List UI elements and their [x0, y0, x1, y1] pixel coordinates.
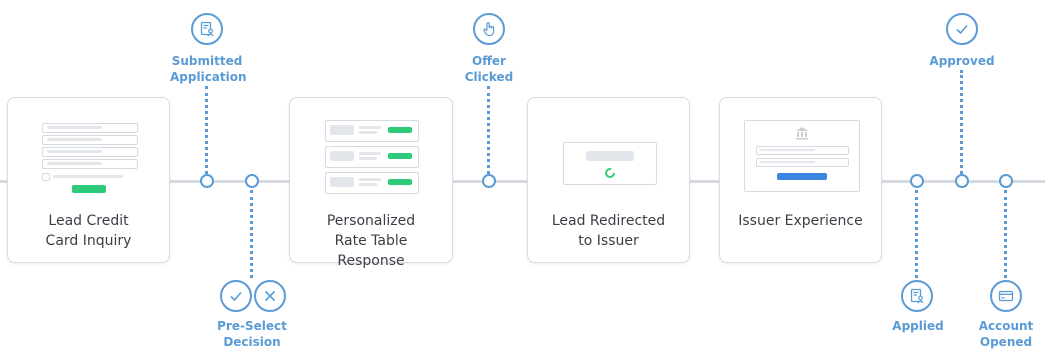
timeline-node: [482, 174, 496, 188]
milestone-label-applied: Applied: [892, 319, 944, 333]
connector-dots: [487, 86, 490, 174]
stage-title: Lead Credit Card Inquiry: [45, 213, 132, 249]
stage-card-redirect: Lead Redirected to Issuer: [527, 97, 690, 263]
connector-dots: [250, 190, 253, 278]
timeline-node: [245, 174, 259, 188]
submitted-application-icon: [191, 13, 223, 45]
rate-table-illustration: [325, 120, 419, 198]
timeline-node: [999, 174, 1013, 188]
submit-button-illustration: [72, 185, 106, 193]
pre-select-accept-icon: [220, 280, 252, 312]
stage-title: Lead Redirected to Issuer: [551, 213, 666, 249]
approved-icon: [946, 13, 978, 45]
stage-title: Issuer Experience: [738, 213, 863, 229]
redirect-illustration: [563, 142, 657, 185]
connector-dots: [205, 86, 208, 174]
account-opened-icon: [990, 280, 1022, 312]
milestone-label-submitted-application: Submitted Application: [170, 54, 247, 84]
offer-clicked-icon: [473, 13, 505, 45]
applied-icon: [901, 280, 933, 312]
bank-icon: [796, 127, 808, 140]
connector-dots: [960, 70, 963, 174]
milestone-label-account-opened: Account Opened: [978, 319, 1034, 349]
connector-dots: [915, 190, 918, 278]
timeline-node: [910, 174, 924, 188]
connector-dots: [1004, 190, 1007, 278]
loading-spinner-icon: [605, 168, 615, 178]
timeline-node: [200, 174, 214, 188]
apply-button-illustration: [777, 173, 827, 180]
milestone-label-approved: Approved: [929, 54, 995, 68]
stage-card-rate-table: Personalized Rate Table Response: [289, 97, 453, 269]
stage-card-issuer: Issuer Experience: [719, 97, 882, 263]
stage-title: Personalized Rate Table Response: [326, 213, 416, 269]
milestone-label-offer-clicked: Offer Clicked: [464, 54, 514, 84]
pre-select-reject-icon: [254, 280, 286, 312]
stage-card-lead-inquiry: Lead Credit Card Inquiry: [7, 97, 170, 263]
issuer-page-illustration: [744, 120, 860, 192]
form-illustration: [39, 120, 139, 200]
timeline-node: [955, 174, 969, 188]
milestone-label-pre-select-decision: Pre-Select Decision: [217, 319, 287, 349]
